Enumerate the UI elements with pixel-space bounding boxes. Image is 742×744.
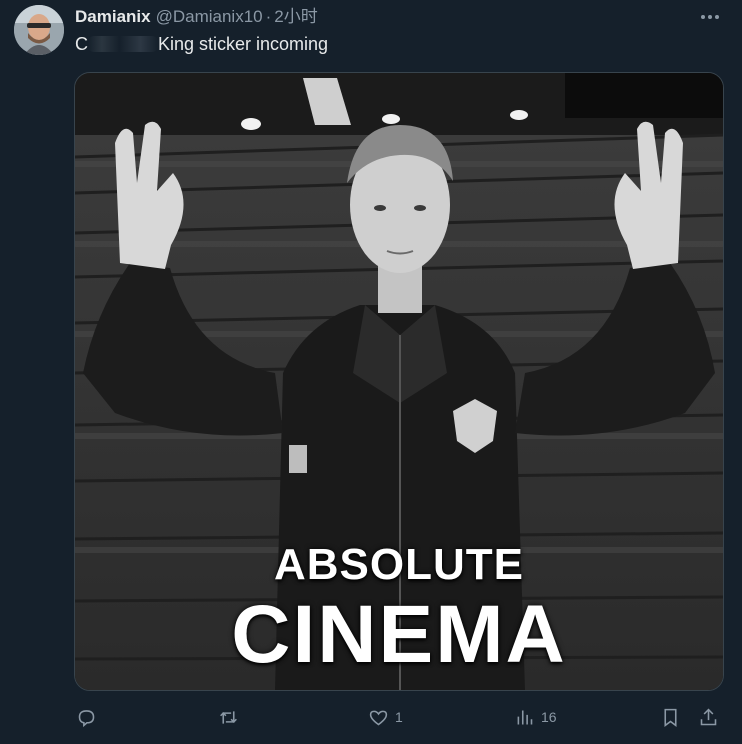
share-icon (700, 708, 717, 725)
retweet-icon (220, 710, 237, 724)
tweet-media-image[interactable]: ABSOLUTE CINEMA (74, 72, 724, 691)
bookmark-icon (664, 708, 677, 727)
like-count: 1 (395, 709, 403, 725)
bar-chart-icon (517, 710, 533, 724)
timestamp[interactable]: 2小时 (274, 7, 317, 26)
views-button[interactable]: 16 (514, 702, 557, 732)
reply-button[interactable] (76, 702, 97, 732)
tweet-header: Damianix @Damianix10 · 2小时 (75, 6, 682, 28)
tweet-text: C King sticker incoming (75, 33, 328, 55)
bookmark-button[interactable] (660, 702, 681, 732)
views-count: 16 (541, 709, 557, 725)
tweet[interactable]: Damianix @Damianix10 · 2小时 C King sticker in… (0, 0, 742, 744)
more-dots-icon[interactable] (694, 6, 726, 28)
tweet-text-prefix: C (75, 34, 88, 54)
redacted-text (88, 36, 158, 52)
reply-icon (78, 709, 95, 727)
display-name[interactable]: Damianix (75, 7, 151, 26)
share-button[interactable] (698, 702, 719, 732)
meme-caption-bottom: CINEMA (231, 589, 567, 680)
meme-caption-top: ABSOLUTE (274, 540, 524, 589)
like-button[interactable]: 1 (368, 702, 403, 732)
avatar-image (14, 5, 64, 55)
avatar[interactable] (14, 5, 64, 55)
tweet-text-suffix: King sticker incoming (158, 34, 329, 54)
user-handle[interactable]: @Damianix10 (156, 7, 263, 26)
retweet-button[interactable] (218, 702, 239, 732)
separator-dot: · (265, 7, 272, 26)
heart-icon (369, 710, 388, 725)
tweet-actions: 1 16 (74, 702, 734, 734)
